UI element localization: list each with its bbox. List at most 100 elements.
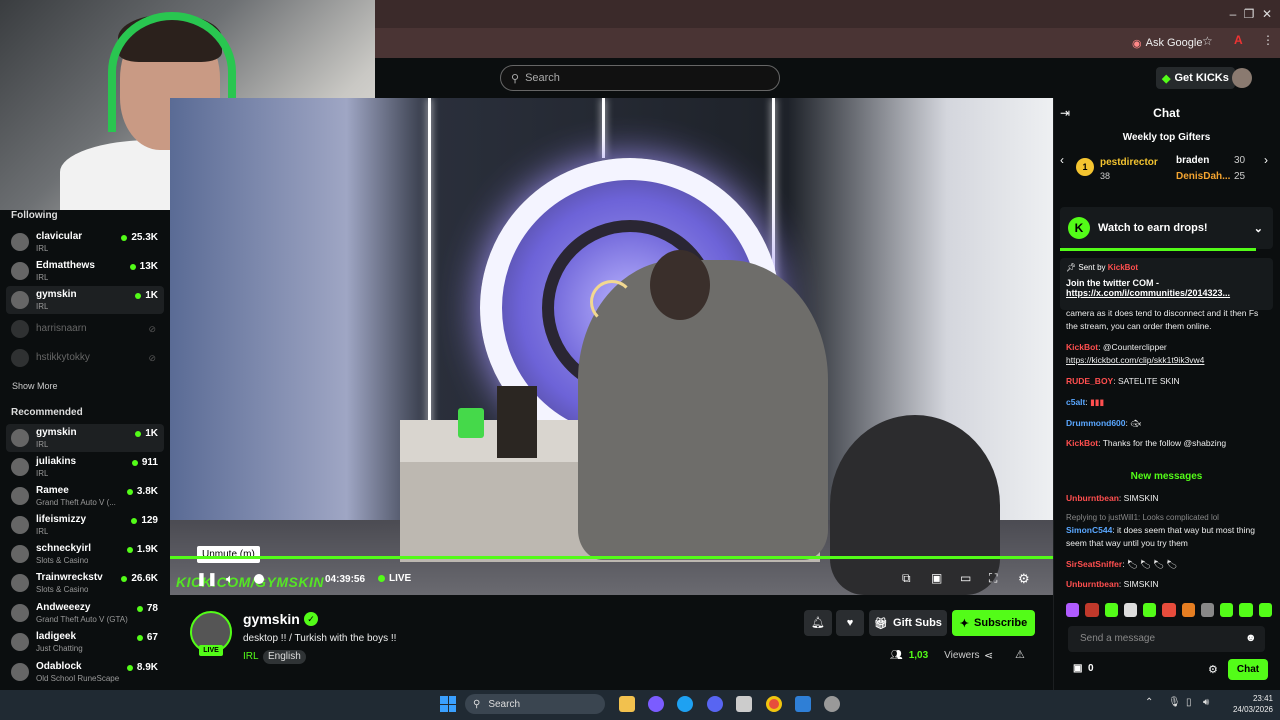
emote-icon[interactable] bbox=[1104, 603, 1118, 617]
emote-icon[interactable] bbox=[1258, 603, 1272, 617]
sidebar-item-schneckyirl[interactable]: schneckyirl Slots & Casino 1.9K bbox=[6, 540, 164, 568]
chat-username[interactable]: Drummond600 bbox=[1066, 418, 1126, 428]
ask-google-button[interactable]: ◉ Ask Google bbox=[1124, 33, 1210, 53]
sidebar-item-lifeismizzy[interactable]: lifeismizzy IRL 129 bbox=[6, 511, 164, 539]
sidebar-item-ramee[interactable]: Ramee Grand Theft Auto V (... 3.8K bbox=[6, 482, 164, 510]
app-icon[interactable] bbox=[824, 696, 840, 712]
sidebar-item-clavicular[interactable]: clavicular IRL 25.3K bbox=[6, 228, 164, 256]
sidebar-item-trainwreckstv[interactable]: Trainwreckstv Slots & Casino 26.6K bbox=[6, 569, 164, 597]
chrome-icon[interactable] bbox=[766, 696, 782, 712]
chat-username[interactable]: SimonC544 bbox=[1066, 525, 1112, 535]
chat-username[interactable]: KickBot bbox=[1066, 342, 1098, 352]
chat-message-input[interactable]: Send a message bbox=[1068, 626, 1265, 652]
report-icon[interactable]: ⚠ bbox=[1015, 648, 1025, 661]
emoji-picker-icon[interactable]: ☻ bbox=[1245, 632, 1257, 644]
points-value: 0 bbox=[1088, 663, 1094, 674]
pinned-link[interactable]: https://x.com/i/communities/2014323... bbox=[1066, 288, 1267, 298]
taskbar-search[interactable]: ⚲ Search bbox=[465, 694, 605, 714]
show-more-link[interactable]: Show More bbox=[12, 381, 58, 391]
gifter-name[interactable]: DenisDah... bbox=[1176, 171, 1230, 182]
chevron-up-icon[interactable]: ⌃ bbox=[1145, 697, 1153, 708]
viewer-count-value: 1K bbox=[145, 290, 158, 301]
sidebar-item-ladigeek[interactable]: ladigeek Just Chatting 67 bbox=[6, 628, 164, 656]
emote-icon[interactable] bbox=[1066, 603, 1080, 617]
emote-icon[interactable] bbox=[1220, 603, 1234, 617]
volume-icon[interactable]: 🔈︎ bbox=[226, 571, 234, 587]
notifications-bell-icon[interactable]: 🔔︎ bbox=[804, 610, 832, 636]
reply-context[interactable]: Replying to justWill1: Looks complicated… bbox=[1066, 511, 1272, 524]
acrobat-extension-icon[interactable]: A bbox=[1234, 33, 1243, 47]
sidebar-item-edmatthews[interactable]: Edmatthews IRL 13K bbox=[6, 257, 164, 285]
gift-subs-button[interactable]: 🎁︎ Gift Subs bbox=[869, 610, 947, 636]
volume-icon[interactable]: 🔊︎ bbox=[1203, 697, 1209, 708]
chat-send-button[interactable]: Chat bbox=[1228, 659, 1268, 680]
gifter-name[interactable]: pestdirector bbox=[1100, 157, 1158, 168]
gifters-next-icon[interactable]: › bbox=[1264, 153, 1268, 167]
live-indicator[interactable]: LIVE bbox=[378, 573, 411, 584]
taskbar-clock[interactable]: 23:41 24/03/2026 bbox=[1228, 693, 1273, 715]
chat-settings-gear-icon[interactable]: ⚙ bbox=[1208, 663, 1218, 676]
close-window-button[interactable]: ✕ bbox=[1252, 4, 1280, 24]
sidebar-item-hstikkytokky[interactable]: hstikkytokky ⊘ bbox=[6, 344, 164, 372]
sidebar-item-harrisnaarn[interactable]: harrisnaarn ⊘ bbox=[6, 315, 164, 343]
rank-badge: 1 bbox=[1076, 158, 1094, 176]
volume-slider-handle[interactable] bbox=[254, 574, 264, 584]
emote-icon[interactable] bbox=[1181, 603, 1195, 617]
file-explorer-icon[interactable] bbox=[619, 696, 635, 712]
sidebar-item-odablock[interactable]: Odablock Old School RuneScape 8.9K bbox=[6, 658, 164, 686]
miniplayer-icon[interactable]: ⧉ bbox=[902, 571, 911, 586]
get-kicks-button[interactable]: ◆ Get KICKs bbox=[1156, 67, 1235, 89]
network-icon[interactable]: ▯ bbox=[1186, 697, 1192, 708]
sidebar-item-rec-gymskin[interactable]: gymskin IRL 1K bbox=[6, 424, 164, 452]
emote-icon[interactable] bbox=[1123, 603, 1138, 617]
clip-icon[interactable]: ▣ bbox=[931, 571, 942, 585]
store-icon[interactable] bbox=[736, 696, 752, 712]
share-icon[interactable]: ⋖ bbox=[984, 649, 993, 662]
chat-username[interactable]: SirSeatSniffer bbox=[1066, 559, 1122, 569]
pause-icon[interactable]: ❚❚ bbox=[196, 571, 218, 587]
follow-heart-icon[interactable]: ♥ bbox=[836, 610, 864, 636]
chat-username[interactable]: Unburntbean bbox=[1066, 579, 1119, 589]
channel-name-title[interactable]: gymskin bbox=[243, 611, 300, 627]
edge-icon[interactable] bbox=[677, 696, 693, 712]
channel-category: Just Chatting bbox=[36, 644, 83, 653]
copilot-icon[interactable] bbox=[648, 696, 664, 712]
outlook-icon[interactable] bbox=[795, 696, 811, 712]
viewer-count: 3.8K bbox=[126, 486, 158, 497]
kick-logo-icon: K bbox=[1068, 217, 1090, 239]
channel-points[interactable]: ▣ 0 bbox=[1073, 663, 1094, 674]
chat-username[interactable]: KickBot bbox=[1066, 438, 1098, 448]
new-messages-divider[interactable]: New messages bbox=[1053, 471, 1280, 482]
microphone-icon[interactable]: 🎙︎ bbox=[1168, 697, 1181, 708]
message-link[interactable]: https://kickbot.com/clip/skk1t9ik3vw4 bbox=[1066, 355, 1204, 365]
pinned-message[interactable]: 📌︎ Sent by KickBot Join the twitter COM … bbox=[1060, 258, 1273, 310]
discord-icon[interactable] bbox=[707, 696, 723, 712]
sidebar-item-juliakins[interactable]: juliakins IRL 911 bbox=[6, 453, 164, 481]
gifters-prev-icon[interactable]: ‹ bbox=[1060, 153, 1064, 167]
bookmark-star-icon[interactable]: ☆ bbox=[1202, 34, 1213, 48]
emote-icon[interactable] bbox=[1162, 603, 1176, 617]
fullscreen-icon[interactable]: ⛶ bbox=[989, 571, 997, 586]
category-link[interactable]: IRL bbox=[243, 651, 259, 662]
chat-username[interactable]: Unburntbean bbox=[1066, 493, 1119, 503]
live-dot-icon bbox=[126, 664, 133, 671]
language-tag[interactable]: English bbox=[263, 650, 306, 664]
chat-username[interactable]: RUDE_BOY bbox=[1066, 376, 1113, 386]
subscribe-button[interactable]: ✦ Subscribe bbox=[952, 610, 1035, 636]
gifter-name[interactable]: braden bbox=[1176, 155, 1209, 166]
search-input[interactable]: ⚲ Search bbox=[500, 65, 780, 91]
emote-icon[interactable] bbox=[1143, 603, 1157, 617]
sidebar-item-andweeezy[interactable]: Andweeezy Grand Theft Auto V (GTA) 78 bbox=[6, 599, 164, 627]
drops-banner[interactable]: K Watch to earn drops! ⌄ bbox=[1060, 207, 1273, 249]
sidebar-item-gymskin[interactable]: gymskin IRL 1K bbox=[6, 286, 164, 314]
emote-icon[interactable] bbox=[1200, 603, 1215, 617]
emote-icon[interactable] bbox=[1085, 603, 1099, 617]
windows-start-icon[interactable] bbox=[440, 696, 456, 712]
progress-bar[interactable] bbox=[170, 556, 1053, 559]
browser-menu-icon[interactable]: ⋮ bbox=[1262, 33, 1274, 47]
emote-icon[interactable] bbox=[1239, 603, 1253, 617]
settings-gear-icon[interactable]: ⚙ bbox=[1018, 571, 1030, 587]
theater-mode-icon[interactable]: ▭ bbox=[960, 571, 971, 585]
chat-username[interactable]: c5alt bbox=[1066, 397, 1085, 407]
user-avatar[interactable] bbox=[1232, 68, 1252, 88]
